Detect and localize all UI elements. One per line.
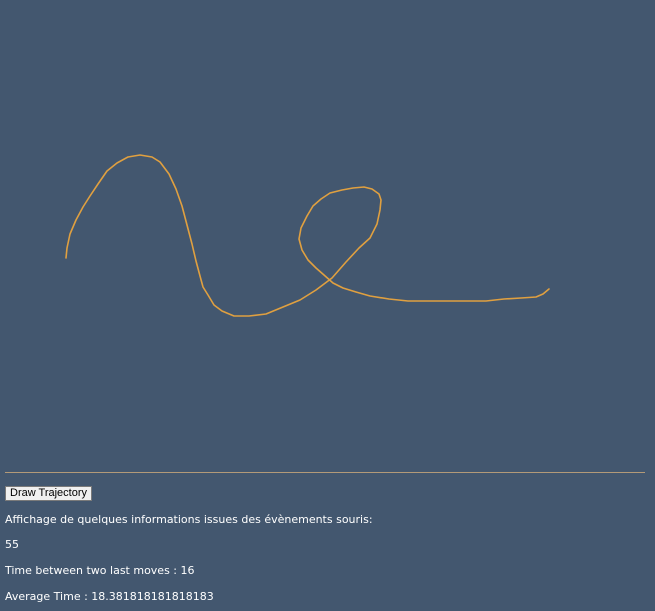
mouse-trajectory-line <box>65 154 550 317</box>
average-time: Average Time : 18.381818181818183 <box>5 590 214 603</box>
event-count: 55 <box>5 538 19 551</box>
draw-trajectory-button[interactable]: Draw Trajectory <box>5 486 93 501</box>
horizontal-divider <box>5 472 645 473</box>
drawing-canvas[interactable] <box>0 0 655 470</box>
info-heading: Affichage de quelques informations issue… <box>5 513 373 526</box>
time-between-moves: Time between two last moves : 16 <box>5 564 195 577</box>
